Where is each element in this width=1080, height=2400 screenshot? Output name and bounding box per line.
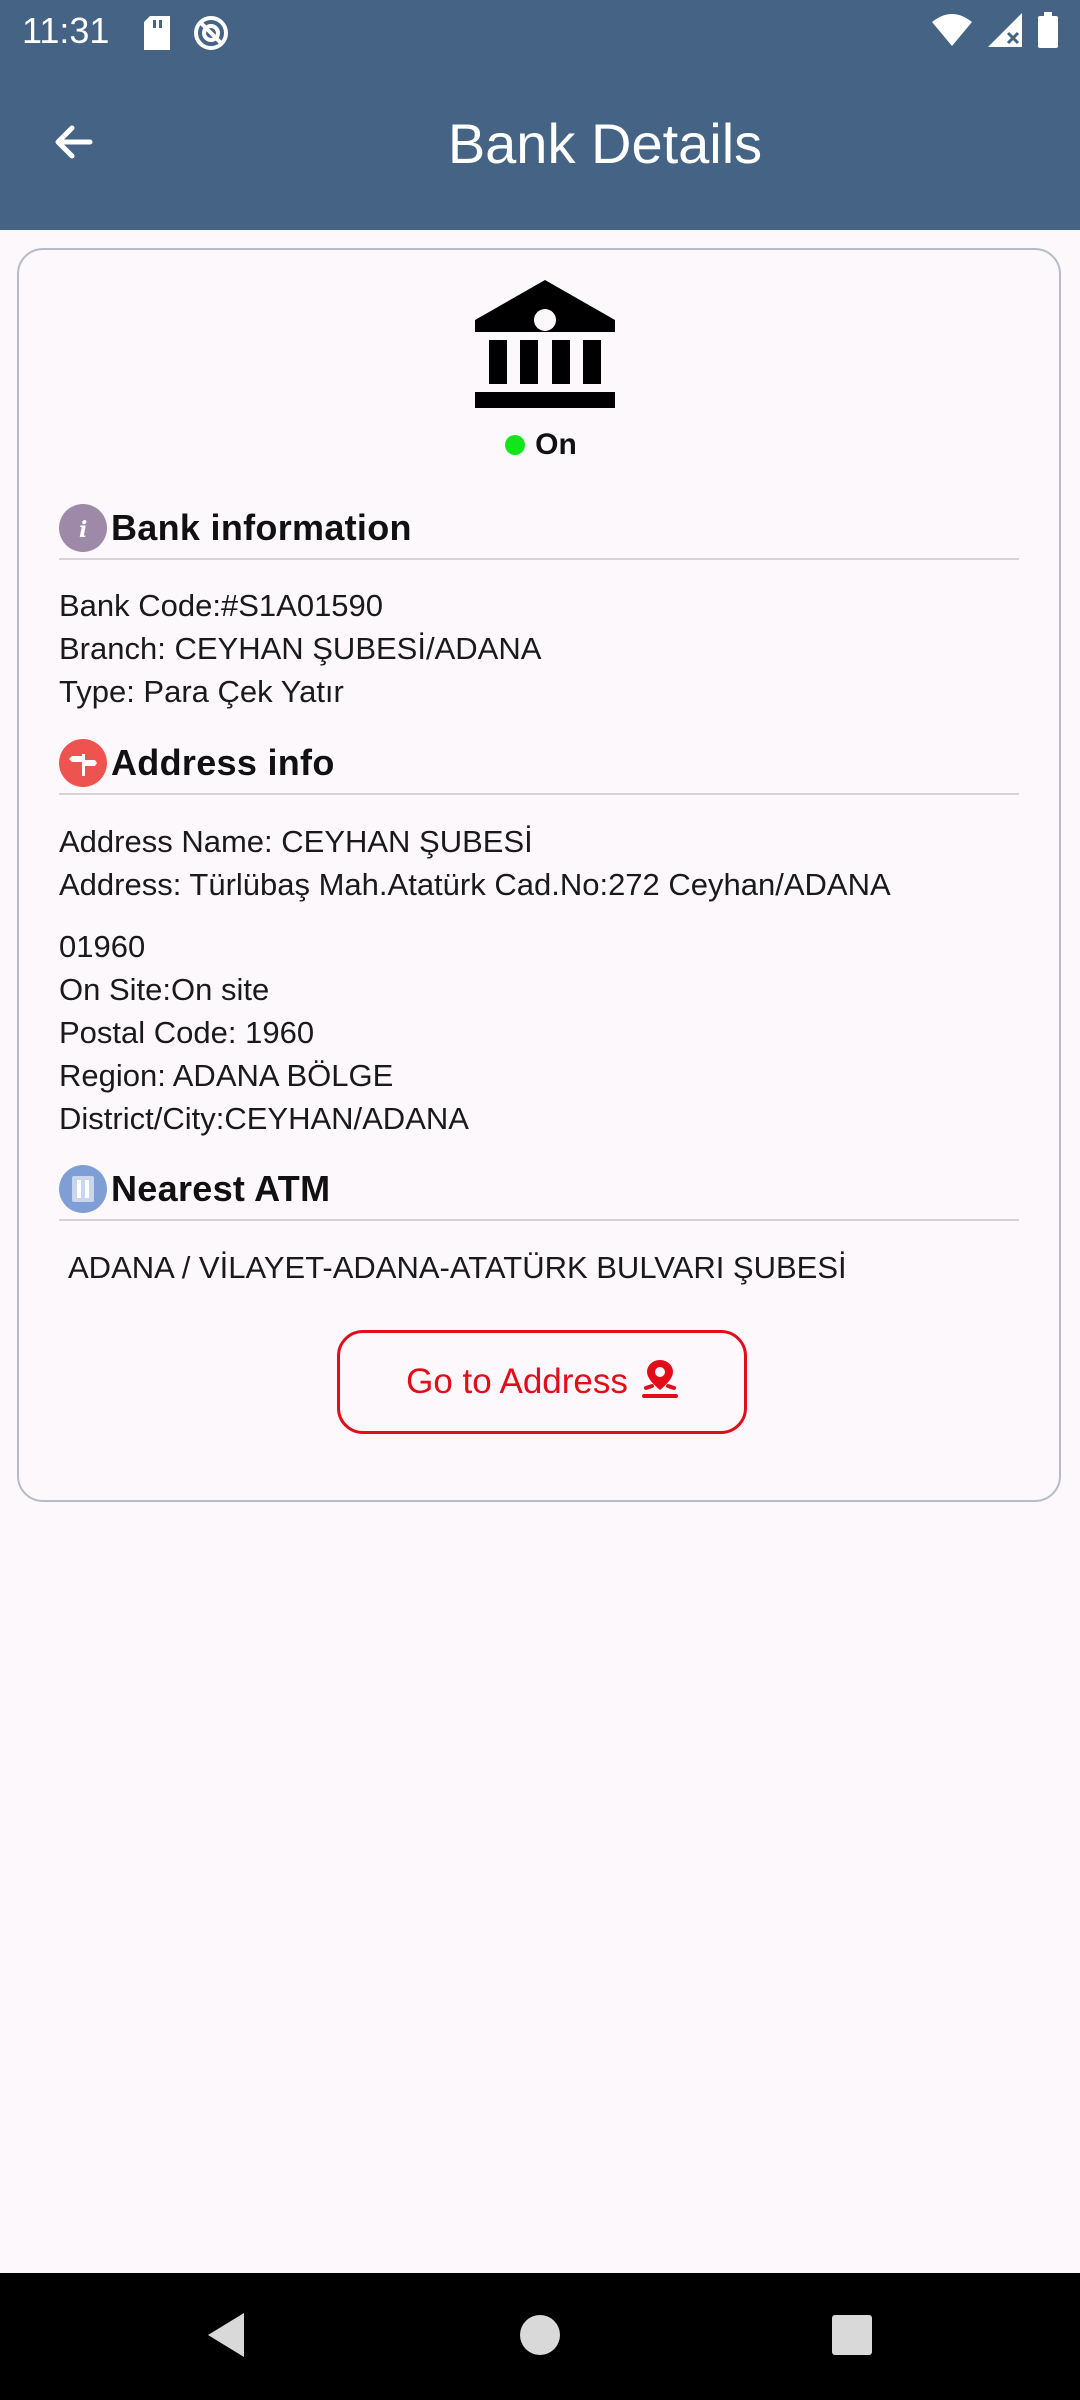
bank-status: On [19,428,1059,462]
bank-type: Type: Para Çek Yatır [59,674,344,709]
app-bar: Bank Details [0,62,1080,230]
wifi-icon [932,14,972,51]
status-bar: 11:31 [0,0,1080,62]
status-label: On [535,428,577,461]
cellular-signal-icon [988,13,1022,52]
go-to-address-label: Go to Address [406,1362,628,1401]
nav-home-button[interactable] [514,2311,566,2363]
nearest-atm-value: ADANA / VİLAYET-ADANA-ATATÜRK BULVARI ŞU… [68,1250,847,1285]
atm-icon [59,1165,107,1213]
status-time: 11:31 [22,10,110,51]
nav-back-button[interactable] [200,2311,252,2363]
section-title: Nearest ATM [111,1168,331,1209]
region: Region: ADANA BÖLGE [59,1058,394,1093]
address-info-header: Address info [59,739,1019,795]
system-navigation-bar [0,2273,1080,2400]
district-city: District/City:CEYHAN/ADANA [59,1101,469,1136]
address-code: 01960 [59,929,146,964]
postal-code: Postal Code: 1960 [59,1015,315,1050]
signpost-icon [59,739,107,787]
nearest-atm-header: Nearest ATM [59,1165,1019,1221]
on-site: On Site:On site [59,972,270,1007]
circle-home-icon [518,2313,562,2362]
status-indicator-dot [505,435,526,455]
square-recents-icon [831,2314,873,2361]
battery-icon [1038,12,1058,53]
address-name: Address Name: CEYHAN ŞUBESİ [59,824,533,859]
bank-information-header: i Bank information [59,504,1019,560]
address: Address: Türlübaş Mah.Atatürk Cad.No:272… [59,867,891,902]
bank-building-icon [475,280,615,408]
do-not-disturb-icon [192,14,230,57]
page-title: Bank Details [447,112,763,175]
bank-code: Bank Code:#S1A01590 [59,588,384,623]
bank-details-card: On i Bank information Bank Code:#S1A0159… [17,248,1061,1502]
go-to-address-button[interactable]: Go to Address [337,1330,747,1434]
triangle-back-icon [204,2311,248,2364]
section-title: Bank information [111,507,412,548]
nav-recents-button[interactable] [826,2311,878,2363]
section-title: Address info [111,742,335,783]
svg-text:i: i [79,517,87,541]
sd-card-icon [144,16,170,55]
info-icon: i [59,504,107,552]
branch: Branch: CEYHAN ŞUBESİ/ADANA [59,631,542,666]
map-pin-icon [641,1358,678,1407]
